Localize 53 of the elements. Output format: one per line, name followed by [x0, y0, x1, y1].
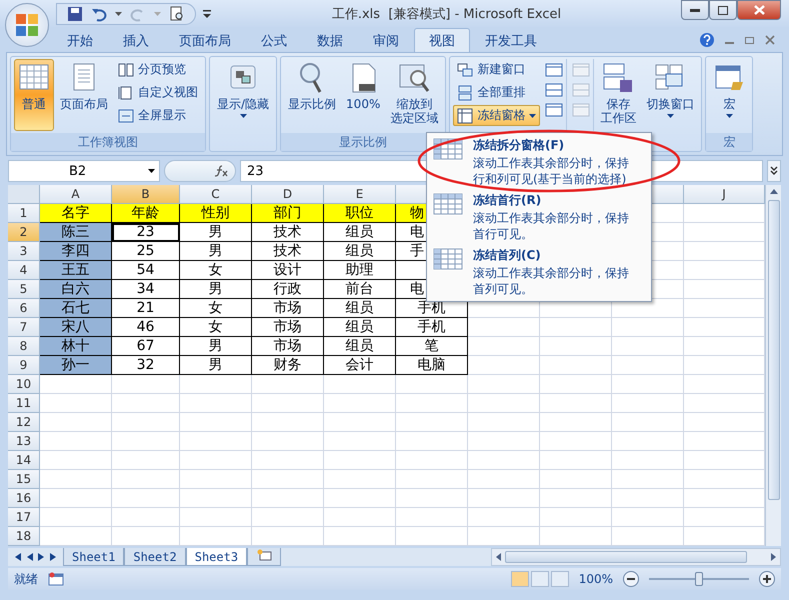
table-cell: 21 [112, 299, 180, 318]
table-cell: 白六 [40, 280, 112, 299]
table-cell: 李四 [40, 242, 112, 261]
table-cell: 陈三 [40, 223, 112, 242]
table-cell: 电脑 [396, 356, 468, 375]
table-cell: 市场 [252, 299, 324, 318]
table-cell: 23 [112, 223, 180, 242]
table-cell: 32 [112, 356, 180, 375]
table-cell: 行政 [252, 280, 324, 299]
table-cell: 市场 [252, 318, 324, 337]
table-cell: 男 [180, 280, 252, 299]
table-cell: 女 [180, 261, 252, 280]
table-cell: 46 [112, 318, 180, 337]
table-cell: 会计 [324, 356, 396, 375]
table-cell: 女 [180, 318, 252, 337]
table-cell: 技术 [252, 242, 324, 261]
table-cell: 助理 [324, 261, 396, 280]
table-cell: 王五 [40, 261, 112, 280]
zoom-percent: 100% [578, 572, 613, 586]
table-cell: 手机 [396, 318, 468, 337]
table-cell: 部门 [252, 204, 324, 223]
table-cell: 男 [180, 356, 252, 375]
table-cell: 年龄 [112, 204, 180, 223]
table-cell: 组员 [324, 299, 396, 318]
window-title: 工作.xls [兼容模式] - Microsoft Excel [330, 6, 562, 23]
table-cell: 男 [180, 242, 252, 261]
table-cell: 技术 [252, 223, 324, 242]
table-cell: 组员 [324, 223, 396, 242]
table-cell: 组员 [324, 242, 396, 261]
table-cell: 宋八 [40, 318, 112, 337]
table-cell: 性别 [180, 204, 252, 223]
table-cell: 市场 [252, 337, 324, 356]
table-cell: 设计 [252, 261, 324, 280]
table-cell: 财务 [252, 356, 324, 375]
table-cell: 组员 [324, 337, 396, 356]
table-cell: 前台 [324, 280, 396, 299]
table-cell: 67 [112, 337, 180, 356]
table-cell: 组员 [324, 318, 396, 337]
table-cell: 25 [112, 242, 180, 261]
table-cell: 孙一 [40, 356, 112, 375]
table-cell: 笔 [396, 337, 468, 356]
table-cell: 石七 [40, 299, 112, 318]
table-cell: 职位 [324, 204, 396, 223]
table-cell: 女 [180, 299, 252, 318]
table-cell: 34 [112, 280, 180, 299]
table-cell: 名字 [40, 204, 112, 223]
status-text: 就绪 [14, 570, 38, 588]
table-cell: 54 [112, 261, 180, 280]
table-cell: 男 [180, 223, 252, 242]
group-label: 工作簿视图 [11, 133, 205, 151]
table-cell: 男 [180, 337, 252, 356]
group-label: 宏 [706, 133, 752, 151]
table-cell: 林十 [40, 337, 112, 356]
